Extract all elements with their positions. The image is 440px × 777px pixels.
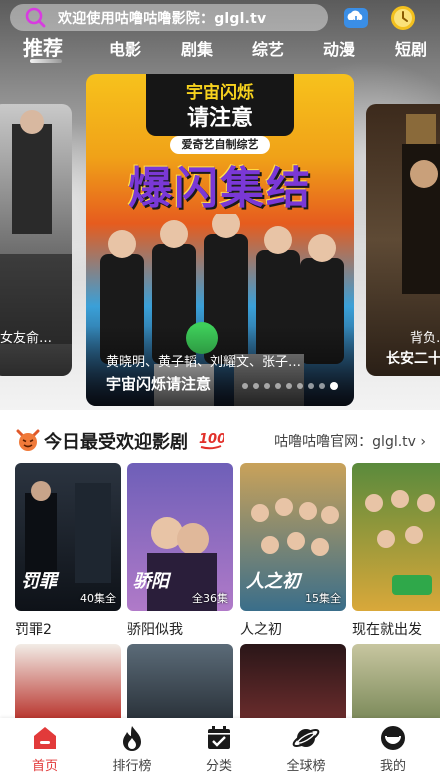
carousel-dot[interactable] [330, 382, 338, 390]
next-card-caption: 背负… [410, 331, 440, 346]
carousel-main-card[interactable]: 宇宙闪烁 请注意 爱奇艺自制综艺 爆闪集结 黄晓明、黄子韬、刘耀文、张子… 宇宙… [86, 74, 354, 406]
nav-global-label: 全球榜 [286, 759, 326, 774]
nav-global[interactable]: 全球榜 [271, 724, 341, 774]
carousel-dot[interactable] [242, 383, 248, 389]
poster-headline: 爆闪集结 [128, 163, 312, 214]
carousel-dot[interactable] [264, 383, 270, 389]
movie-poster [352, 463, 440, 611]
main-card-cast: 黄晓明、黄子韬、刘耀文、张子… [106, 355, 302, 370]
search-placeholder: 欢迎使用咕噜咕噜影院：glgl.tv [58, 11, 267, 27]
carousel-dot[interactable] [319, 383, 325, 389]
official-site-link[interactable]: 咕噜咕噜官网：glgl.tv › [274, 431, 426, 451]
carousel-dot[interactable] [297, 383, 303, 389]
movie-poster: 骄阳 全36集 [127, 463, 233, 611]
poster-header-line2: 请注意 [186, 106, 253, 131]
carousel-dots [242, 382, 338, 390]
fire-icon [123, 726, 141, 751]
tab-movies[interactable]: 电影 [109, 36, 141, 60]
prev-card-caption: 女友俞… [0, 331, 53, 346]
movie-poster-partial[interactable] [127, 644, 233, 720]
nav-ranking-label: 排行榜 [112, 759, 152, 774]
category-tabs: 推荐 电影 剧集 综艺 动漫 短剧 [0, 32, 440, 64]
calendar-check-icon [208, 726, 230, 749]
episode-badge: 全36集 [192, 592, 228, 605]
carousel-dot[interactable] [253, 383, 259, 389]
nav-profile-label: 我的 [379, 759, 406, 774]
poster-header: 宇宙闪烁 请注意 [146, 74, 294, 136]
nav-home[interactable]: 首页 [10, 724, 80, 774]
devil-emoji-icon [16, 429, 40, 451]
planet-icon [292, 728, 320, 748]
movie-card[interactable]: 罚罪 40集全 罚罪2 [15, 463, 121, 639]
carousel-next-card[interactable]: 背负… 长安二十 [366, 104, 440, 376]
tab-anime[interactable]: 动漫 [323, 36, 355, 60]
home-icon [34, 727, 56, 749]
clock-icon[interactable] [389, 4, 417, 32]
poster-art-text: 罚罪 [21, 571, 57, 592]
svg-text:100: 100 [199, 432, 224, 447]
poster-art-figures [365, 490, 435, 595]
movie-card[interactable]: 现在就出发 [352, 463, 440, 639]
tab-series[interactable]: 剧集 [181, 36, 213, 60]
movie-poster-partial[interactable] [352, 644, 440, 720]
movie-poster-partial[interactable] [240, 644, 346, 720]
section-title: 今日最受欢迎影剧 [44, 432, 188, 453]
hundred-points-icon: 100 [199, 432, 224, 450]
carousel-dot[interactable] [275, 383, 281, 389]
nav-ranking[interactable]: 排行榜 [97, 724, 167, 774]
poster-art-text: 人之初 [246, 571, 300, 592]
section-header: 今日最受欢迎影剧 100 咕噜咕噜官网：glgl.tv › [0, 424, 440, 456]
movie-poster-partial[interactable] [15, 644, 121, 720]
movie-poster: 人之初 15集全 [240, 463, 346, 611]
episode-badge: 40集全 [80, 592, 116, 605]
movie-title: 骄阳似我 [127, 622, 183, 638]
movie-title: 现在就出发 [352, 622, 422, 638]
carousel-prev-card[interactable]: 女友俞… [0, 104, 72, 376]
main-card-title: 宇宙闪烁请注意 [106, 375, 212, 393]
tab-short-drama[interactable]: 短剧 [395, 36, 427, 60]
movie-card[interactable]: 骄阳 全36集 骄阳似我 [127, 463, 233, 639]
movie-card[interactable]: 人之初 15集全 人之初 [240, 463, 346, 639]
carousel-dot[interactable] [308, 383, 314, 389]
nav-category[interactable]: 分类 [184, 724, 254, 774]
carousel-dot[interactable] [286, 383, 292, 389]
search-icon [25, 7, 46, 28]
tab-active-indicator [30, 59, 62, 63]
episode-badge: 15集全 [305, 592, 341, 605]
profile-icon [381, 726, 405, 750]
tab-recommend[interactable]: 推荐 [23, 32, 63, 61]
nav-home-label: 首页 [31, 759, 58, 774]
movie-title: 罚罪2 [15, 622, 52, 638]
movie-poster: 罚罪 40集全 [15, 463, 121, 611]
nav-category-label: 分类 [205, 759, 232, 774]
cloud-download-icon[interactable] [342, 4, 370, 32]
poster-art-text: 骄阳 [133, 571, 169, 592]
nav-profile[interactable]: 我的 [358, 724, 428, 774]
next-card-title: 长安二十 [386, 351, 440, 367]
search-bar[interactable]: 欢迎使用咕噜咕噜影院：glgl.tv [10, 4, 328, 31]
movie-title: 人之初 [240, 622, 282, 638]
bottom-navigation: 首页 排行榜 分类 全球榜 我的 [0, 718, 440, 777]
top-bar: 欢迎使用咕噜咕噜影院：glgl.tv [0, 0, 440, 36]
tab-variety[interactable]: 综艺 [252, 36, 284, 60]
